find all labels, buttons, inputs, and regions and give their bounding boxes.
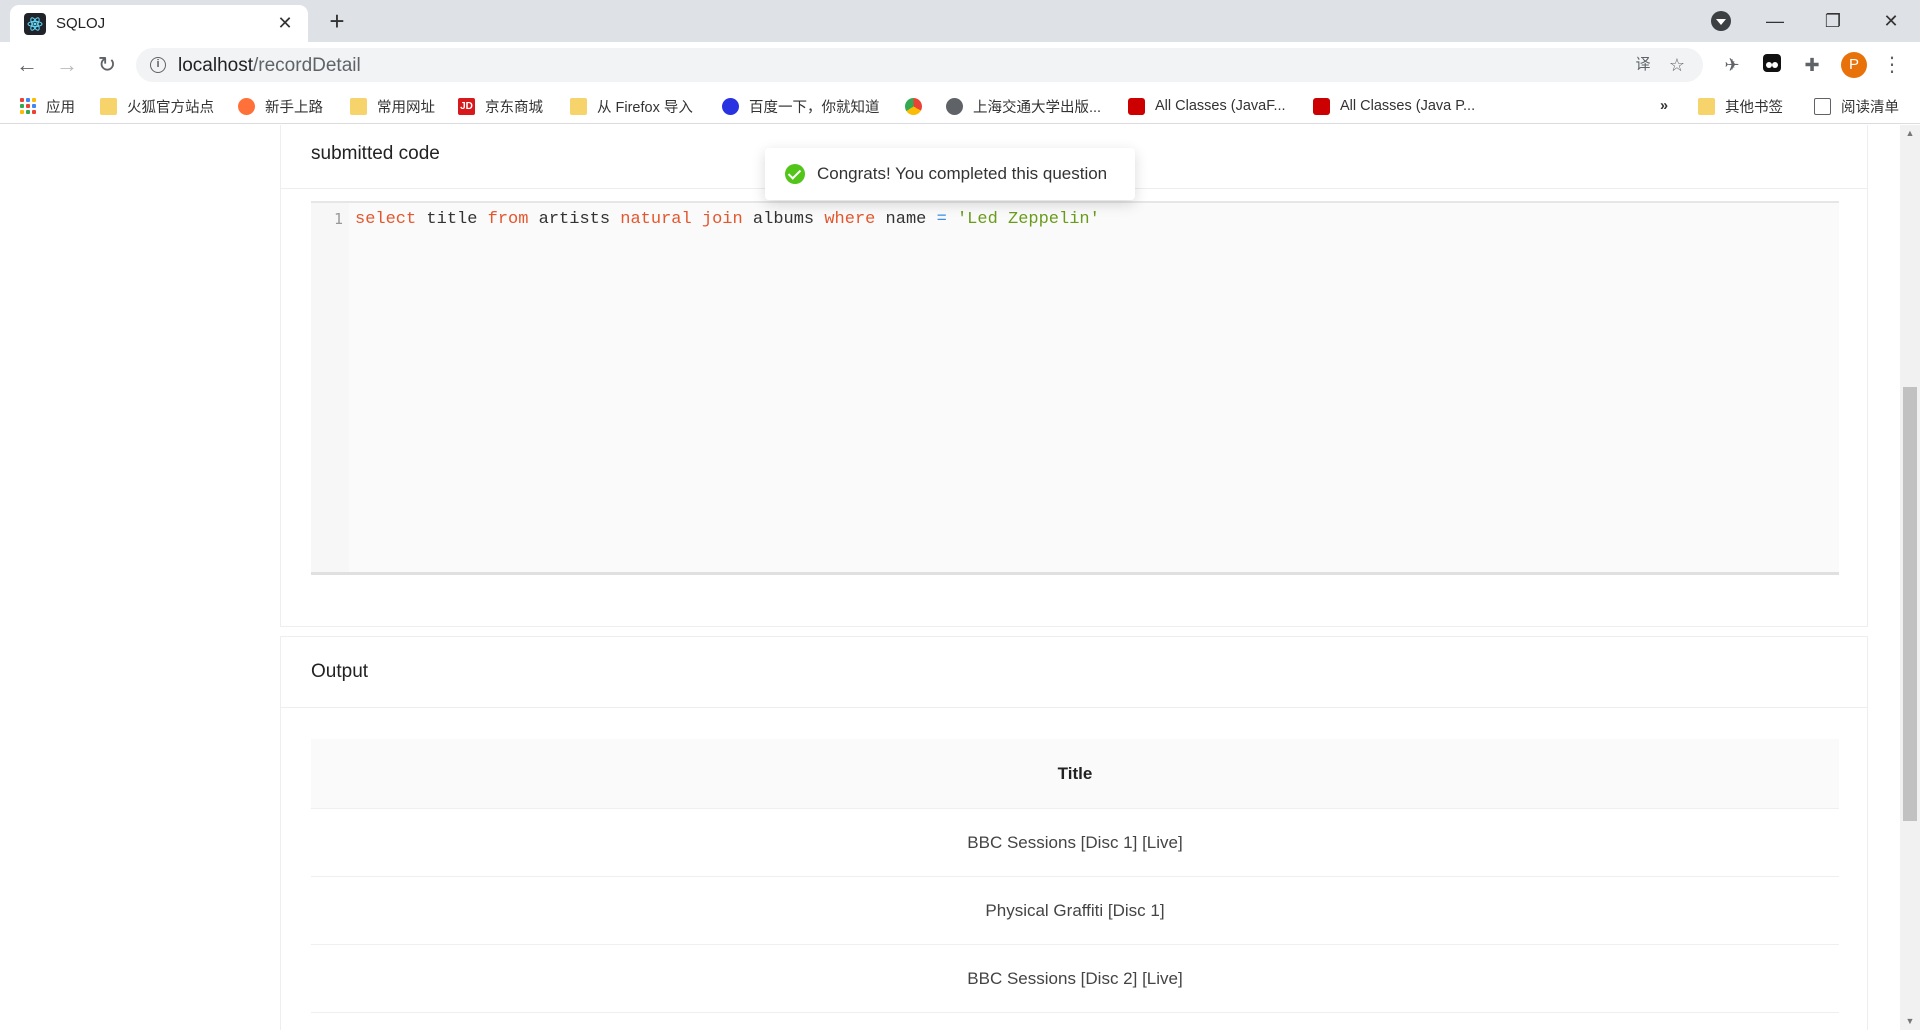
reading-list[interactable]: 阅读清单	[1814, 95, 1899, 117]
reload-icon[interactable]: ↻	[92, 50, 122, 80]
firefox-icon	[238, 97, 255, 115]
window-close-icon[interactable]: ✕	[1868, 6, 1914, 36]
scrollbar-thumb[interactable]	[1903, 387, 1917, 821]
forward-icon[interactable]: →	[52, 50, 82, 80]
bookmark-other[interactable]: 其他书签	[1698, 95, 1783, 117]
bookmark-item[interactable]: All Classes (Java P...	[1313, 95, 1475, 117]
card-title: Output	[281, 637, 1867, 708]
bookmark-apps[interactable]: 应用	[20, 95, 75, 117]
output-table: Title BBC Sessions [Disc 1] [Live] Physi…	[311, 739, 1839, 1013]
check-circle-icon	[785, 164, 805, 184]
minimize-icon[interactable]: —	[1752, 6, 1798, 36]
jd-icon: JD	[458, 97, 475, 115]
page-viewport: submitted code 1 select title from artis…	[0, 125, 1900, 1030]
tab-sqloj[interactable]: SQLOJ ✕	[10, 5, 308, 42]
code-token-kw: select	[355, 210, 417, 229]
bookmark-item[interactable]: All Classes (JavaF...	[1128, 95, 1286, 117]
apps-grid-icon	[20, 98, 36, 114]
code-token-kw: from	[487, 210, 529, 229]
star-icon[interactable]: ☆	[1666, 54, 1688, 76]
tab-title: SQLOJ	[56, 15, 106, 32]
bookmarks-bar: 应用 火狐官方站点 新手上路 常用网址 JD 京东商城 从 Firefox 导入 …	[0, 88, 1920, 124]
code-editor[interactable]: 1 select title from artists natural join…	[311, 201, 1839, 575]
table-row: Physical Graffiti [Disc 1]	[311, 877, 1839, 945]
table-row: BBC Sessions [Disc 1] [Live]	[311, 809, 1839, 877]
bookmark-item[interactable]: 常用网址	[350, 95, 435, 117]
new-tab-button[interactable]: +	[320, 8, 354, 36]
code-area[interactable]: select title from artists natural join a…	[349, 203, 1839, 572]
success-toast: Congrats! You completed this question	[765, 148, 1135, 200]
tab-strip: SQLOJ ✕ + — ❐ ✕	[0, 0, 1920, 42]
code-token-plain: name	[875, 210, 937, 229]
code-token-plain: artists	[528, 210, 621, 229]
globe-icon	[946, 97, 963, 115]
folder-icon	[350, 97, 367, 115]
bookmark-item[interactable]: 火狐官方站点	[100, 95, 214, 117]
react-icon	[24, 12, 46, 35]
oracle-icon	[1313, 97, 1330, 115]
chrome-icon	[905, 97, 922, 115]
folder-icon	[570, 97, 587, 115]
code-token-plain: title	[416, 210, 488, 229]
translate-icon[interactable]: 译	[1632, 54, 1654, 76]
avatar[interactable]: P	[1841, 52, 1867, 78]
code-line: select title from artists natural join a…	[355, 210, 1100, 229]
scrollbar[interactable]: ▲ ▼	[1900, 125, 1920, 1030]
menu-dots-icon[interactable]: ⋮	[1880, 53, 1904, 77]
folder-icon	[100, 97, 117, 115]
code-token-str: 'Led Zeppelin'	[956, 210, 1100, 229]
code-token-plain: albums	[742, 210, 825, 229]
bookmark-item[interactable]: 百度一下，你就知道	[722, 95, 880, 117]
submitted-code-card: submitted code 1 select title from artis…	[280, 125, 1868, 627]
table-header: Title	[311, 739, 1839, 809]
code-token-kw: join	[701, 210, 743, 229]
info-icon[interactable]: i	[150, 57, 166, 73]
bookmark-item[interactable]: 从 Firefox 导入	[570, 95, 693, 117]
line-number: 1	[333, 210, 343, 228]
browser-toolbar: ← → ↻ i localhost/recordDetail 译 ☆ ✈ ✚ P…	[0, 42, 1920, 88]
bookmarks-overflow[interactable]: »	[1660, 95, 1668, 117]
code-token-op: =	[936, 210, 947, 229]
table-row: BBC Sessions [Disc 2] [Live]	[311, 945, 1839, 1013]
scroll-down-icon[interactable]: ▼	[1900, 1013, 1920, 1030]
baidu-icon	[722, 97, 739, 115]
back-icon[interactable]: ←	[12, 50, 42, 80]
extension-tampermonkey-icon[interactable]	[1760, 53, 1784, 77]
bookmark-item[interactable]: 新手上路	[238, 95, 323, 117]
restore-icon[interactable]: ❐	[1810, 6, 1856, 36]
editor-gutter: 1	[311, 203, 349, 572]
code-token-kw: natural	[620, 210, 692, 229]
bookmark-item[interactable]: JD 京东商城	[458, 95, 543, 117]
extensions-puzzle-icon[interactable]: ✚	[1800, 53, 1824, 77]
toast-message: Congrats! You completed this question	[817, 164, 1108, 183]
code-token-kw: where	[824, 210, 876, 229]
extension-bird-icon[interactable]: ✈	[1720, 53, 1744, 77]
bookmark-icon-only[interactable]	[905, 95, 922, 117]
output-card: Output Title BBC Sessions [Disc 1] [Live…	[280, 636, 1868, 1030]
reading-list-icon	[1814, 97, 1831, 115]
oracle-icon	[1128, 97, 1145, 115]
tab-search-icon[interactable]	[1711, 11, 1731, 31]
folder-icon	[1698, 97, 1715, 115]
bookmark-item[interactable]: 上海交通大学出版...	[946, 95, 1101, 117]
address-bar[interactable]: i localhost/recordDetail 译 ☆	[136, 48, 1703, 82]
url-text[interactable]: localhost/recordDetail	[178, 55, 361, 77]
scroll-up-icon[interactable]: ▲	[1900, 125, 1920, 142]
close-icon[interactable]: ✕	[274, 13, 296, 34]
